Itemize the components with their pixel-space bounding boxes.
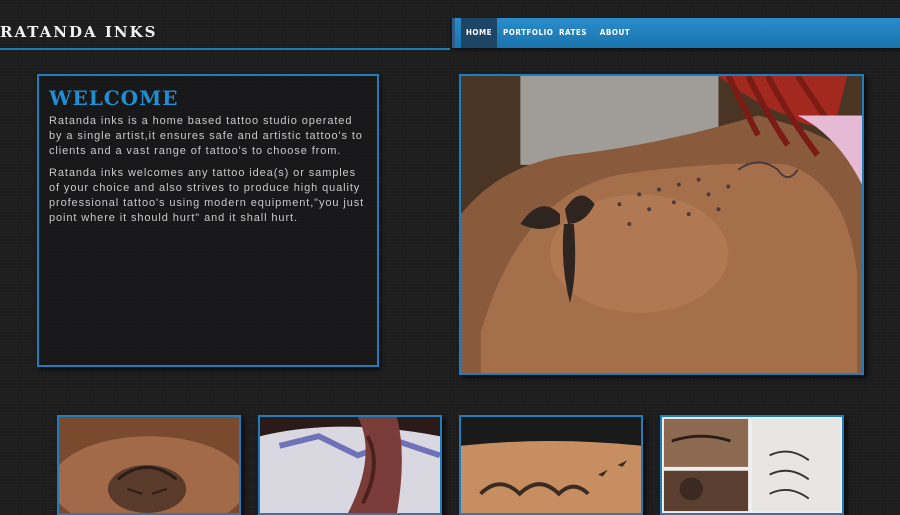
main-nav: HOME PORTFOLIO RATES ABOUT	[452, 18, 900, 48]
site-logo[interactable]: RATANDA INKS	[0, 18, 450, 50]
featured-tattoo-photo[interactable]	[459, 74, 864, 375]
thumbnail-script-tattoo[interactable]	[459, 415, 643, 515]
welcome-title: WELCOME	[49, 86, 179, 110]
nav-item-rates[interactable]: RATES	[555, 18, 591, 48]
featured-tattoo-image	[461, 76, 862, 373]
thumbnail-tiger-image	[59, 417, 239, 513]
thumbnail-collage-image	[662, 417, 842, 513]
thumbnail-sleeve-image	[260, 417, 440, 513]
nav-item-about[interactable]: ABOUT	[597, 18, 633, 48]
thumbnail-tiger-tattoo[interactable]	[57, 415, 241, 515]
thumbnail-collage-tattoo[interactable]	[660, 415, 844, 515]
nav-item-portfolio[interactable]: PORTFOLIO	[503, 18, 553, 48]
welcome-paragraph-1: Ratanda inks is a home based tattoo stud…	[49, 115, 363, 157]
thumbnail-sleeve-tattoo[interactable]	[258, 415, 442, 515]
thumbnail-script-image	[461, 417, 641, 513]
welcome-paragraph-2: Ratanda inks welcomes any tattoo idea(s)…	[49, 167, 365, 224]
welcome-panel: WELCOME Ratanda inks is a home based tat…	[37, 74, 379, 367]
nav-item-home[interactable]: HOME	[461, 18, 497, 48]
logo-text: RATANDA INKS	[0, 23, 158, 41]
